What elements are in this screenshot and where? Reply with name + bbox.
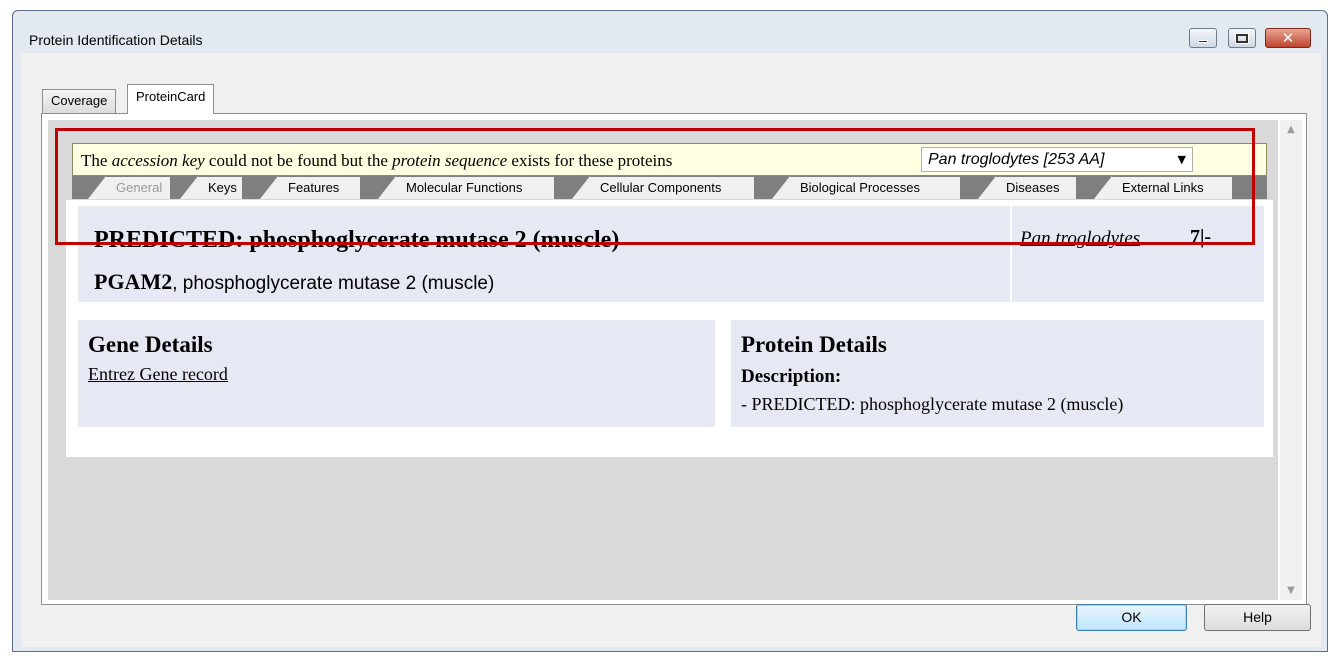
minimize-button[interactable]	[1189, 28, 1217, 48]
vertical-scrollbar[interactable]: ▲ ▼	[1280, 120, 1302, 600]
scroll-down-icon[interactable]: ▼	[1280, 585, 1302, 596]
gene-details-title: Gene Details	[88, 332, 213, 357]
gene-description: , phosphoglycerate mutase 2 (muscle)	[172, 273, 495, 294]
protein-details-box: Protein Details Description: - PREDICTED…	[731, 320, 1264, 427]
help-button[interactable]: Help	[1204, 604, 1311, 631]
protein-details-title: Protein Details	[741, 332, 887, 357]
ok-button[interactable]: OK	[1076, 604, 1187, 631]
maximize-icon	[1235, 32, 1249, 44]
tab-coverage[interactable]: Coverage	[42, 89, 117, 113]
close-button[interactable]: ✕	[1265, 28, 1311, 48]
tab-proteincard[interactable]: ProteinCard	[127, 84, 215, 114]
description-value: - PREDICTED: phosphoglycerate mutase 2 (…	[741, 394, 1124, 414]
maximize-button[interactable]	[1228, 28, 1256, 48]
gene-symbol: PGAM2	[94, 269, 173, 294]
protein-identification-window: Protein Identification Details ✕ Coverag…	[12, 10, 1328, 652]
gene-details-box: Gene Details Entrez Gene record	[78, 320, 715, 427]
highlight-annotation	[55, 128, 1255, 245]
entrez-gene-link[interactable]: Entrez Gene record	[88, 364, 228, 385]
close-icon: ✕	[1281, 29, 1295, 47]
scroll-up-icon[interactable]: ▲	[1280, 124, 1302, 135]
minimize-icon	[1198, 39, 1208, 43]
window-title: Protein Identification Details	[29, 32, 203, 48]
gene-name-line: PGAM2, phosphoglycerate mutase 2 (muscle…	[94, 269, 494, 295]
description-label: Description:	[741, 366, 842, 387]
